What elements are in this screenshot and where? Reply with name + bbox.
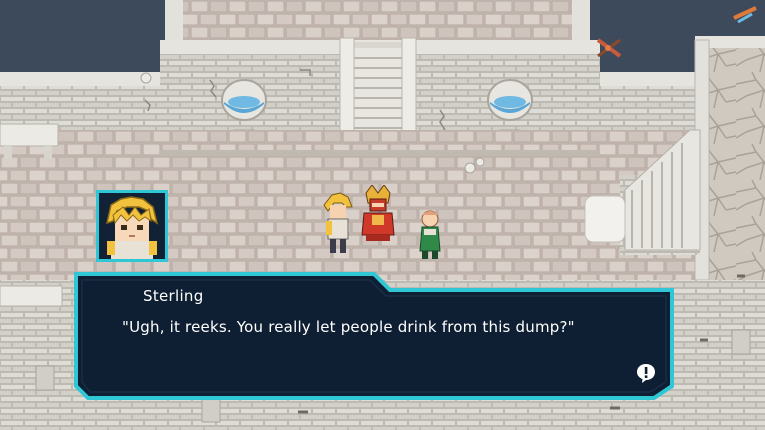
speech-bubble-exclamation-icon[interactable]: [635, 362, 657, 384]
party-sprites: [323, 185, 441, 259]
sterling-portrait-icon: [96, 190, 168, 262]
game-scene: Sterling "Ugh, it reeks. You really let …: [0, 0, 765, 430]
speaker-name: Sterling: [143, 287, 204, 305]
red-armored-knight-sprite[interactable]: [361, 185, 395, 241]
dialog-text: "Ugh, it reeks. You really let people dr…: [122, 318, 575, 336]
green-robed-elder-sprite[interactable]: [419, 210, 441, 259]
blonde-hero-sprite[interactable]: [323, 192, 353, 253]
